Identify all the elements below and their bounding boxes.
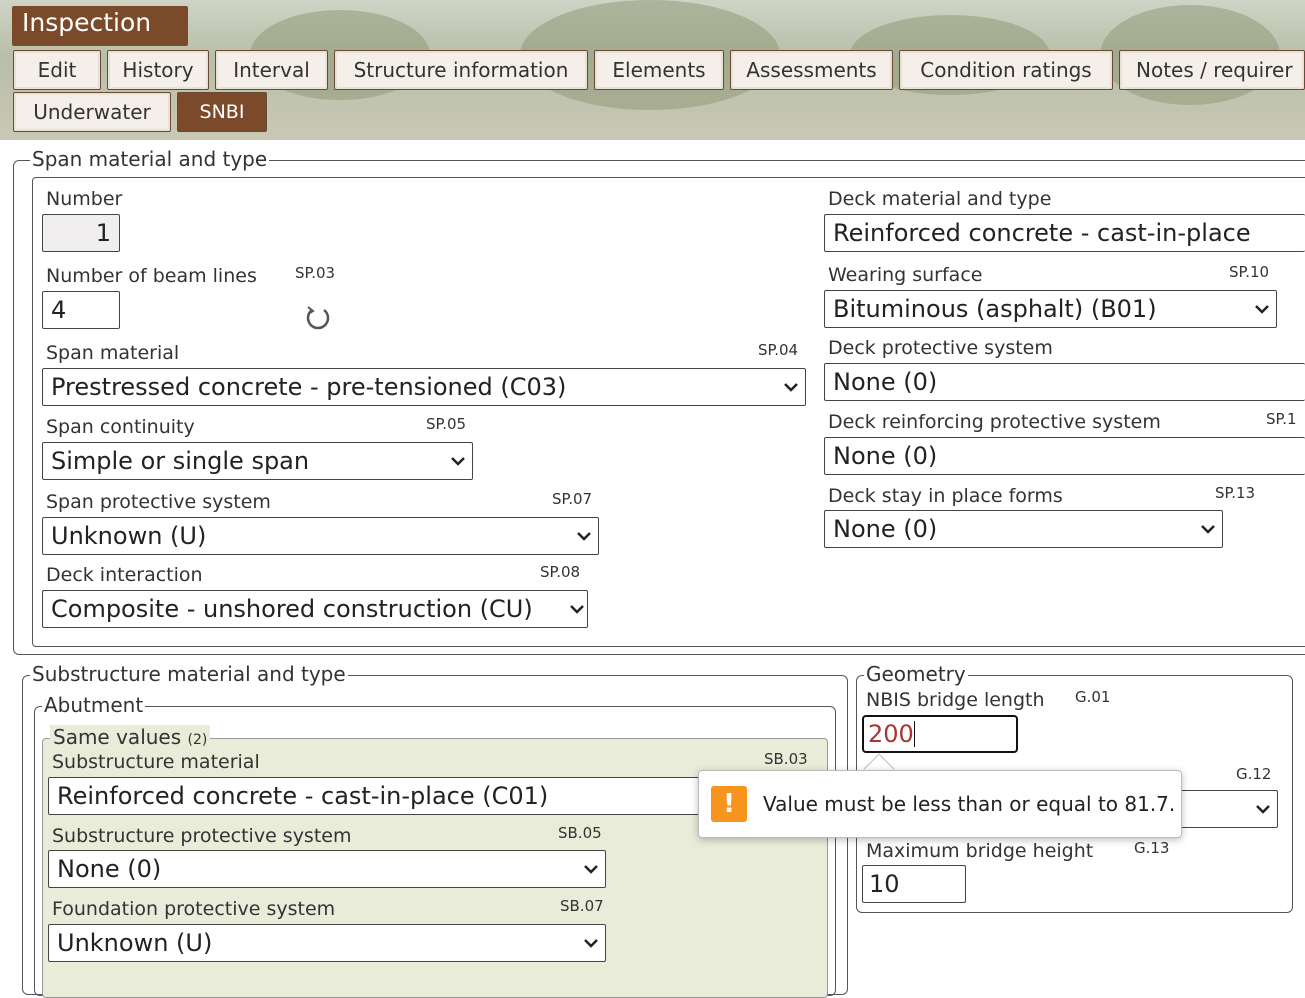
substructure-legend: Substructure material and type xyxy=(30,662,348,686)
number-label: Number xyxy=(46,188,123,210)
deck-reinforcing-label: Deck reinforcing protective system xyxy=(828,411,1161,433)
chevron-down-icon xyxy=(784,383,798,392)
deck-protective-label: Deck protective system xyxy=(828,337,1053,359)
span-protective-value: Unknown (U) xyxy=(51,522,207,550)
chevron-down-icon xyxy=(1201,525,1215,534)
deck-interaction-label: Deck interaction xyxy=(46,564,203,586)
tab-edit[interactable]: Edit xyxy=(13,50,101,90)
span-material-label: Span material xyxy=(46,342,180,364)
tab-condition-ratings[interactable]: Condition ratings xyxy=(899,50,1113,90)
deck-protective-value: None (0) xyxy=(833,368,938,396)
foundation-protective-select[interactable]: Unknown (U) xyxy=(48,924,606,962)
abutment-legend: Abutment xyxy=(42,693,146,717)
nbis-length-label: NBIS bridge length xyxy=(866,689,1045,711)
substructure-material-select[interactable]: Reinforced concrete - cast-in-place (C01… xyxy=(48,777,728,815)
deck-interaction-select[interactable]: Composite - unshored construction (CU) xyxy=(42,590,588,628)
deck-reinforcing-code: SP.1 xyxy=(1266,410,1297,428)
deck-reinforcing-value: None (0) xyxy=(833,442,938,470)
span-protective-select[interactable]: Unknown (U) xyxy=(42,517,599,555)
chevron-down-icon xyxy=(577,532,591,541)
chevron-down-icon xyxy=(1255,305,1269,314)
deck-stay-select[interactable]: None (0) xyxy=(824,510,1223,548)
chevron-down-icon xyxy=(570,605,584,614)
span-material-select[interactable]: Prestressed concrete - pre-tensioned (C0… xyxy=(42,368,806,406)
chevron-down-icon xyxy=(584,939,598,948)
tab-elements[interactable]: Elements xyxy=(594,50,724,90)
tab-assessments[interactable]: Assessments xyxy=(730,50,893,90)
deck-stay-value: None (0) xyxy=(833,515,938,543)
tab-history[interactable]: History xyxy=(107,50,209,90)
span-continuity-value: Simple or single span xyxy=(51,447,310,475)
substructure-protective-code: SB.05 xyxy=(558,824,602,842)
wearing-surface-label: Wearing surface xyxy=(828,264,983,286)
warning-icon: ! xyxy=(711,786,747,822)
span-section-legend: Span material and type xyxy=(30,147,270,171)
tab-structure-information[interactable]: Structure information xyxy=(334,50,588,90)
g12-code: G.12 xyxy=(1236,765,1272,783)
same-values-legend: Same values (2) xyxy=(50,725,211,749)
substructure-material-value: Reinforced concrete - cast-in-place (C01… xyxy=(57,782,549,810)
deck-interaction-code: SP.08 xyxy=(540,563,581,581)
max-height-label: Maximum bridge height xyxy=(866,840,1094,862)
beam-lines-label: Number of beam lines xyxy=(46,265,257,287)
substructure-protective-value: None (0) xyxy=(57,855,162,883)
tab-interval[interactable]: Interval xyxy=(215,50,328,90)
substructure-protective-select[interactable]: None (0) xyxy=(48,850,606,888)
number-field: 1 xyxy=(42,214,120,252)
deck-stay-label: Deck stay in place forms xyxy=(828,485,1063,507)
max-height-input[interactable]: 10 xyxy=(862,865,966,903)
text-cursor xyxy=(913,721,915,747)
deck-material-field[interactable]: Reinforced concrete - cast-in-place xyxy=(824,214,1305,252)
foundation-protective-value: Unknown (U) xyxy=(57,929,213,957)
chevron-down-icon xyxy=(451,457,465,466)
nbis-length-value: 200 xyxy=(868,720,914,748)
span-continuity-label: Span continuity xyxy=(46,416,195,438)
validation-tooltip: ! Value must be less than or equal to 81… xyxy=(698,770,1182,838)
wearing-surface-value: Bituminous (asphalt) (B01) xyxy=(833,295,1157,323)
validation-message: Value must be less than or equal to 81.7… xyxy=(763,792,1176,816)
page-title: Inspection xyxy=(12,6,188,46)
beam-lines-input[interactable]: 4 xyxy=(42,291,120,329)
chevron-down-icon xyxy=(584,865,598,874)
wearing-surface-code: SP.10 xyxy=(1229,263,1270,281)
max-height-code: G.13 xyxy=(1134,839,1170,857)
span-continuity-select[interactable]: Simple or single span xyxy=(42,442,473,480)
foundation-protective-code: SB.07 xyxy=(560,897,604,915)
geometry-legend: Geometry xyxy=(864,662,968,686)
same-values-label: Same values xyxy=(53,725,182,749)
beam-lines-code: SP.03 xyxy=(295,264,336,282)
deck-material-label: Deck material and type xyxy=(828,188,1052,210)
span-protective-code: SP.07 xyxy=(552,490,593,508)
deck-stay-code: SP.13 xyxy=(1215,484,1256,502)
deck-interaction-value: Composite - unshored construction (CU) xyxy=(51,595,533,623)
tab-notes-requirements[interactable]: Notes / requirer xyxy=(1119,50,1305,90)
substructure-material-code: SB.03 xyxy=(764,750,808,768)
refresh-icon[interactable] xyxy=(303,302,333,332)
wearing-surface-select[interactable]: Bituminous (asphalt) (B01) xyxy=(824,290,1277,328)
nbis-length-input[interactable]: 200 xyxy=(862,715,1018,753)
span-continuity-code: SP.05 xyxy=(426,415,467,433)
nbis-length-code: G.01 xyxy=(1075,688,1111,706)
tab-underwater[interactable]: Underwater xyxy=(13,92,171,132)
chevron-down-icon xyxy=(1256,805,1270,814)
span-material-value: Prestressed concrete - pre-tensioned (C0… xyxy=(51,373,567,401)
span-material-code: SP.04 xyxy=(758,341,799,359)
deck-protective-select[interactable]: None (0) xyxy=(824,363,1305,401)
substructure-material-label: Substructure material xyxy=(52,751,260,773)
deck-reinforcing-select[interactable]: None (0) xyxy=(824,437,1305,475)
foundation-protective-label: Foundation protective system xyxy=(52,898,336,920)
substructure-protective-label: Substructure protective system xyxy=(52,825,352,847)
same-values-count: (2) xyxy=(187,732,208,748)
span-protective-label: Span protective system xyxy=(46,491,271,513)
tab-snbi[interactable]: SNBI xyxy=(177,92,267,132)
